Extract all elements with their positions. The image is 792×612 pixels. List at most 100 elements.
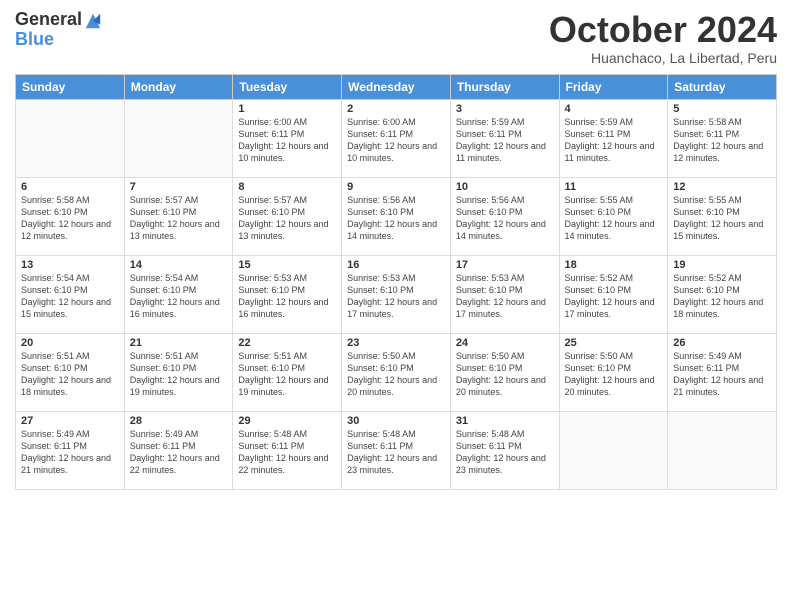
day-number: 20	[21, 337, 119, 349]
day-number: 2	[347, 103, 445, 115]
day-info: Sunrise: 5:59 AM Sunset: 6:11 PM Dayligh…	[456, 116, 554, 165]
table-row: 6Sunrise: 5:58 AM Sunset: 6:10 PM Daylig…	[16, 177, 125, 255]
day-info: Sunrise: 5:58 AM Sunset: 6:11 PM Dayligh…	[673, 116, 771, 165]
day-number: 1	[238, 103, 336, 115]
day-info: Sunrise: 5:48 AM Sunset: 6:11 PM Dayligh…	[238, 428, 336, 477]
day-info: Sunrise: 6:00 AM Sunset: 6:11 PM Dayligh…	[347, 116, 445, 165]
table-row: 2Sunrise: 6:00 AM Sunset: 6:11 PM Daylig…	[342, 99, 451, 177]
day-number: 17	[456, 259, 554, 271]
table-row	[559, 411, 668, 489]
day-number: 29	[238, 415, 336, 427]
day-info: Sunrise: 5:55 AM Sunset: 6:10 PM Dayligh…	[673, 194, 771, 243]
header: General Blue October 2024 Huanchaco, La …	[15, 10, 777, 66]
table-row: 13Sunrise: 5:54 AM Sunset: 6:10 PM Dayli…	[16, 255, 125, 333]
table-row: 30Sunrise: 5:48 AM Sunset: 6:11 PM Dayli…	[342, 411, 451, 489]
calendar-table: Sunday Monday Tuesday Wednesday Thursday…	[15, 74, 777, 490]
day-number: 6	[21, 181, 119, 193]
table-row: 16Sunrise: 5:53 AM Sunset: 6:10 PM Dayli…	[342, 255, 451, 333]
day-info: Sunrise: 5:58 AM Sunset: 6:10 PM Dayligh…	[21, 194, 119, 243]
day-info: Sunrise: 5:52 AM Sunset: 6:10 PM Dayligh…	[565, 272, 663, 321]
day-info: Sunrise: 5:54 AM Sunset: 6:10 PM Dayligh…	[21, 272, 119, 321]
day-info: Sunrise: 5:49 AM Sunset: 6:11 PM Dayligh…	[130, 428, 228, 477]
day-number: 5	[673, 103, 771, 115]
table-row: 25Sunrise: 5:50 AM Sunset: 6:10 PM Dayli…	[559, 333, 668, 411]
table-row: 12Sunrise: 5:55 AM Sunset: 6:10 PM Dayli…	[668, 177, 777, 255]
day-number: 11	[565, 181, 663, 193]
logo-icon	[84, 12, 102, 30]
day-info: Sunrise: 5:57 AM Sunset: 6:10 PM Dayligh…	[130, 194, 228, 243]
col-wednesday: Wednesday	[342, 74, 451, 99]
day-info: Sunrise: 6:00 AM Sunset: 6:11 PM Dayligh…	[238, 116, 336, 165]
table-row: 10Sunrise: 5:56 AM Sunset: 6:10 PM Dayli…	[450, 177, 559, 255]
day-number: 19	[673, 259, 771, 271]
table-row: 7Sunrise: 5:57 AM Sunset: 6:10 PM Daylig…	[124, 177, 233, 255]
table-row: 26Sunrise: 5:49 AM Sunset: 6:11 PM Dayli…	[668, 333, 777, 411]
day-info: Sunrise: 5:48 AM Sunset: 6:11 PM Dayligh…	[456, 428, 554, 477]
col-monday: Monday	[124, 74, 233, 99]
day-number: 22	[238, 337, 336, 349]
day-info: Sunrise: 5:48 AM Sunset: 6:11 PM Dayligh…	[347, 428, 445, 477]
day-number: 27	[21, 415, 119, 427]
table-row: 23Sunrise: 5:50 AM Sunset: 6:10 PM Dayli…	[342, 333, 451, 411]
calendar-subtitle: Huanchaco, La Libertad, Peru	[549, 50, 777, 66]
day-info: Sunrise: 5:53 AM Sunset: 6:10 PM Dayligh…	[347, 272, 445, 321]
table-row: 1Sunrise: 6:00 AM Sunset: 6:11 PM Daylig…	[233, 99, 342, 177]
table-row: 4Sunrise: 5:59 AM Sunset: 6:11 PM Daylig…	[559, 99, 668, 177]
table-row: 8Sunrise: 5:57 AM Sunset: 6:10 PM Daylig…	[233, 177, 342, 255]
day-number: 23	[347, 337, 445, 349]
table-row: 24Sunrise: 5:50 AM Sunset: 6:10 PM Dayli…	[450, 333, 559, 411]
day-number: 14	[130, 259, 228, 271]
table-row: 22Sunrise: 5:51 AM Sunset: 6:10 PM Dayli…	[233, 333, 342, 411]
day-info: Sunrise: 5:50 AM Sunset: 6:10 PM Dayligh…	[347, 350, 445, 399]
day-number: 25	[565, 337, 663, 349]
day-number: 4	[565, 103, 663, 115]
day-number: 18	[565, 259, 663, 271]
day-number: 9	[347, 181, 445, 193]
table-row: 5Sunrise: 5:58 AM Sunset: 6:11 PM Daylig…	[668, 99, 777, 177]
day-number: 7	[130, 181, 228, 193]
day-number: 24	[456, 337, 554, 349]
calendar-week-row: 1Sunrise: 6:00 AM Sunset: 6:11 PM Daylig…	[16, 99, 777, 177]
day-number: 8	[238, 181, 336, 193]
day-info: Sunrise: 5:57 AM Sunset: 6:10 PM Dayligh…	[238, 194, 336, 243]
day-info: Sunrise: 5:50 AM Sunset: 6:10 PM Dayligh…	[456, 350, 554, 399]
table-row: 31Sunrise: 5:48 AM Sunset: 6:11 PM Dayli…	[450, 411, 559, 489]
logo-general: General	[15, 10, 82, 30]
table-row	[124, 99, 233, 177]
calendar-title: October 2024	[549, 10, 777, 50]
day-number: 26	[673, 337, 771, 349]
table-row: 19Sunrise: 5:52 AM Sunset: 6:10 PM Dayli…	[668, 255, 777, 333]
table-row: 9Sunrise: 5:56 AM Sunset: 6:10 PM Daylig…	[342, 177, 451, 255]
day-info: Sunrise: 5:52 AM Sunset: 6:10 PM Dayligh…	[673, 272, 771, 321]
calendar-header-row: Sunday Monday Tuesday Wednesday Thursday…	[16, 74, 777, 99]
day-info: Sunrise: 5:50 AM Sunset: 6:10 PM Dayligh…	[565, 350, 663, 399]
page: General Blue October 2024 Huanchaco, La …	[0, 0, 792, 612]
calendar-week-row: 13Sunrise: 5:54 AM Sunset: 6:10 PM Dayli…	[16, 255, 777, 333]
day-info: Sunrise: 5:51 AM Sunset: 6:10 PM Dayligh…	[238, 350, 336, 399]
col-tuesday: Tuesday	[233, 74, 342, 99]
table-row: 17Sunrise: 5:53 AM Sunset: 6:10 PM Dayli…	[450, 255, 559, 333]
day-info: Sunrise: 5:53 AM Sunset: 6:10 PM Dayligh…	[456, 272, 554, 321]
day-number: 12	[673, 181, 771, 193]
table-row: 29Sunrise: 5:48 AM Sunset: 6:11 PM Dayli…	[233, 411, 342, 489]
col-friday: Friday	[559, 74, 668, 99]
table-row	[668, 411, 777, 489]
calendar-week-row: 20 Sunrise: 5:51 AM Sunset: 6:10 PM Dayli…	[16, 333, 777, 411]
table-row: 11Sunrise: 5:55 AM Sunset: 6:10 PM Dayli…	[559, 177, 668, 255]
day-number: 28	[130, 415, 228, 427]
day-info: Sunrise: 5:53 AM Sunset: 6:10 PM Dayligh…	[238, 272, 336, 321]
day-number: 30	[347, 415, 445, 427]
table-row: 3Sunrise: 5:59 AM Sunset: 6:11 PM Daylig…	[450, 99, 559, 177]
logo: General Blue	[15, 10, 102, 50]
day-info: Sunrise: 5:51 AM Sunset: 6:10 PM Dayligh…	[130, 350, 228, 399]
day-info: Sunrise: 5:56 AM Sunset: 6:10 PM Dayligh…	[347, 194, 445, 243]
table-row: 14Sunrise: 5:54 AM Sunset: 6:10 PM Dayli…	[124, 255, 233, 333]
col-saturday: Saturday	[668, 74, 777, 99]
table-row: 18Sunrise: 5:52 AM Sunset: 6:10 PM Dayli…	[559, 255, 668, 333]
day-number: 3	[456, 103, 554, 115]
col-sunday: Sunday	[16, 74, 125, 99]
day-number: 16	[347, 259, 445, 271]
day-number: 21	[130, 337, 228, 349]
day-info: Sunrise: 5:49 AM Sunset: 6:11 PM Dayligh…	[673, 350, 771, 399]
day-info: Sunrise: 5:56 AM Sunset: 6:10 PM Dayligh…	[456, 194, 554, 243]
